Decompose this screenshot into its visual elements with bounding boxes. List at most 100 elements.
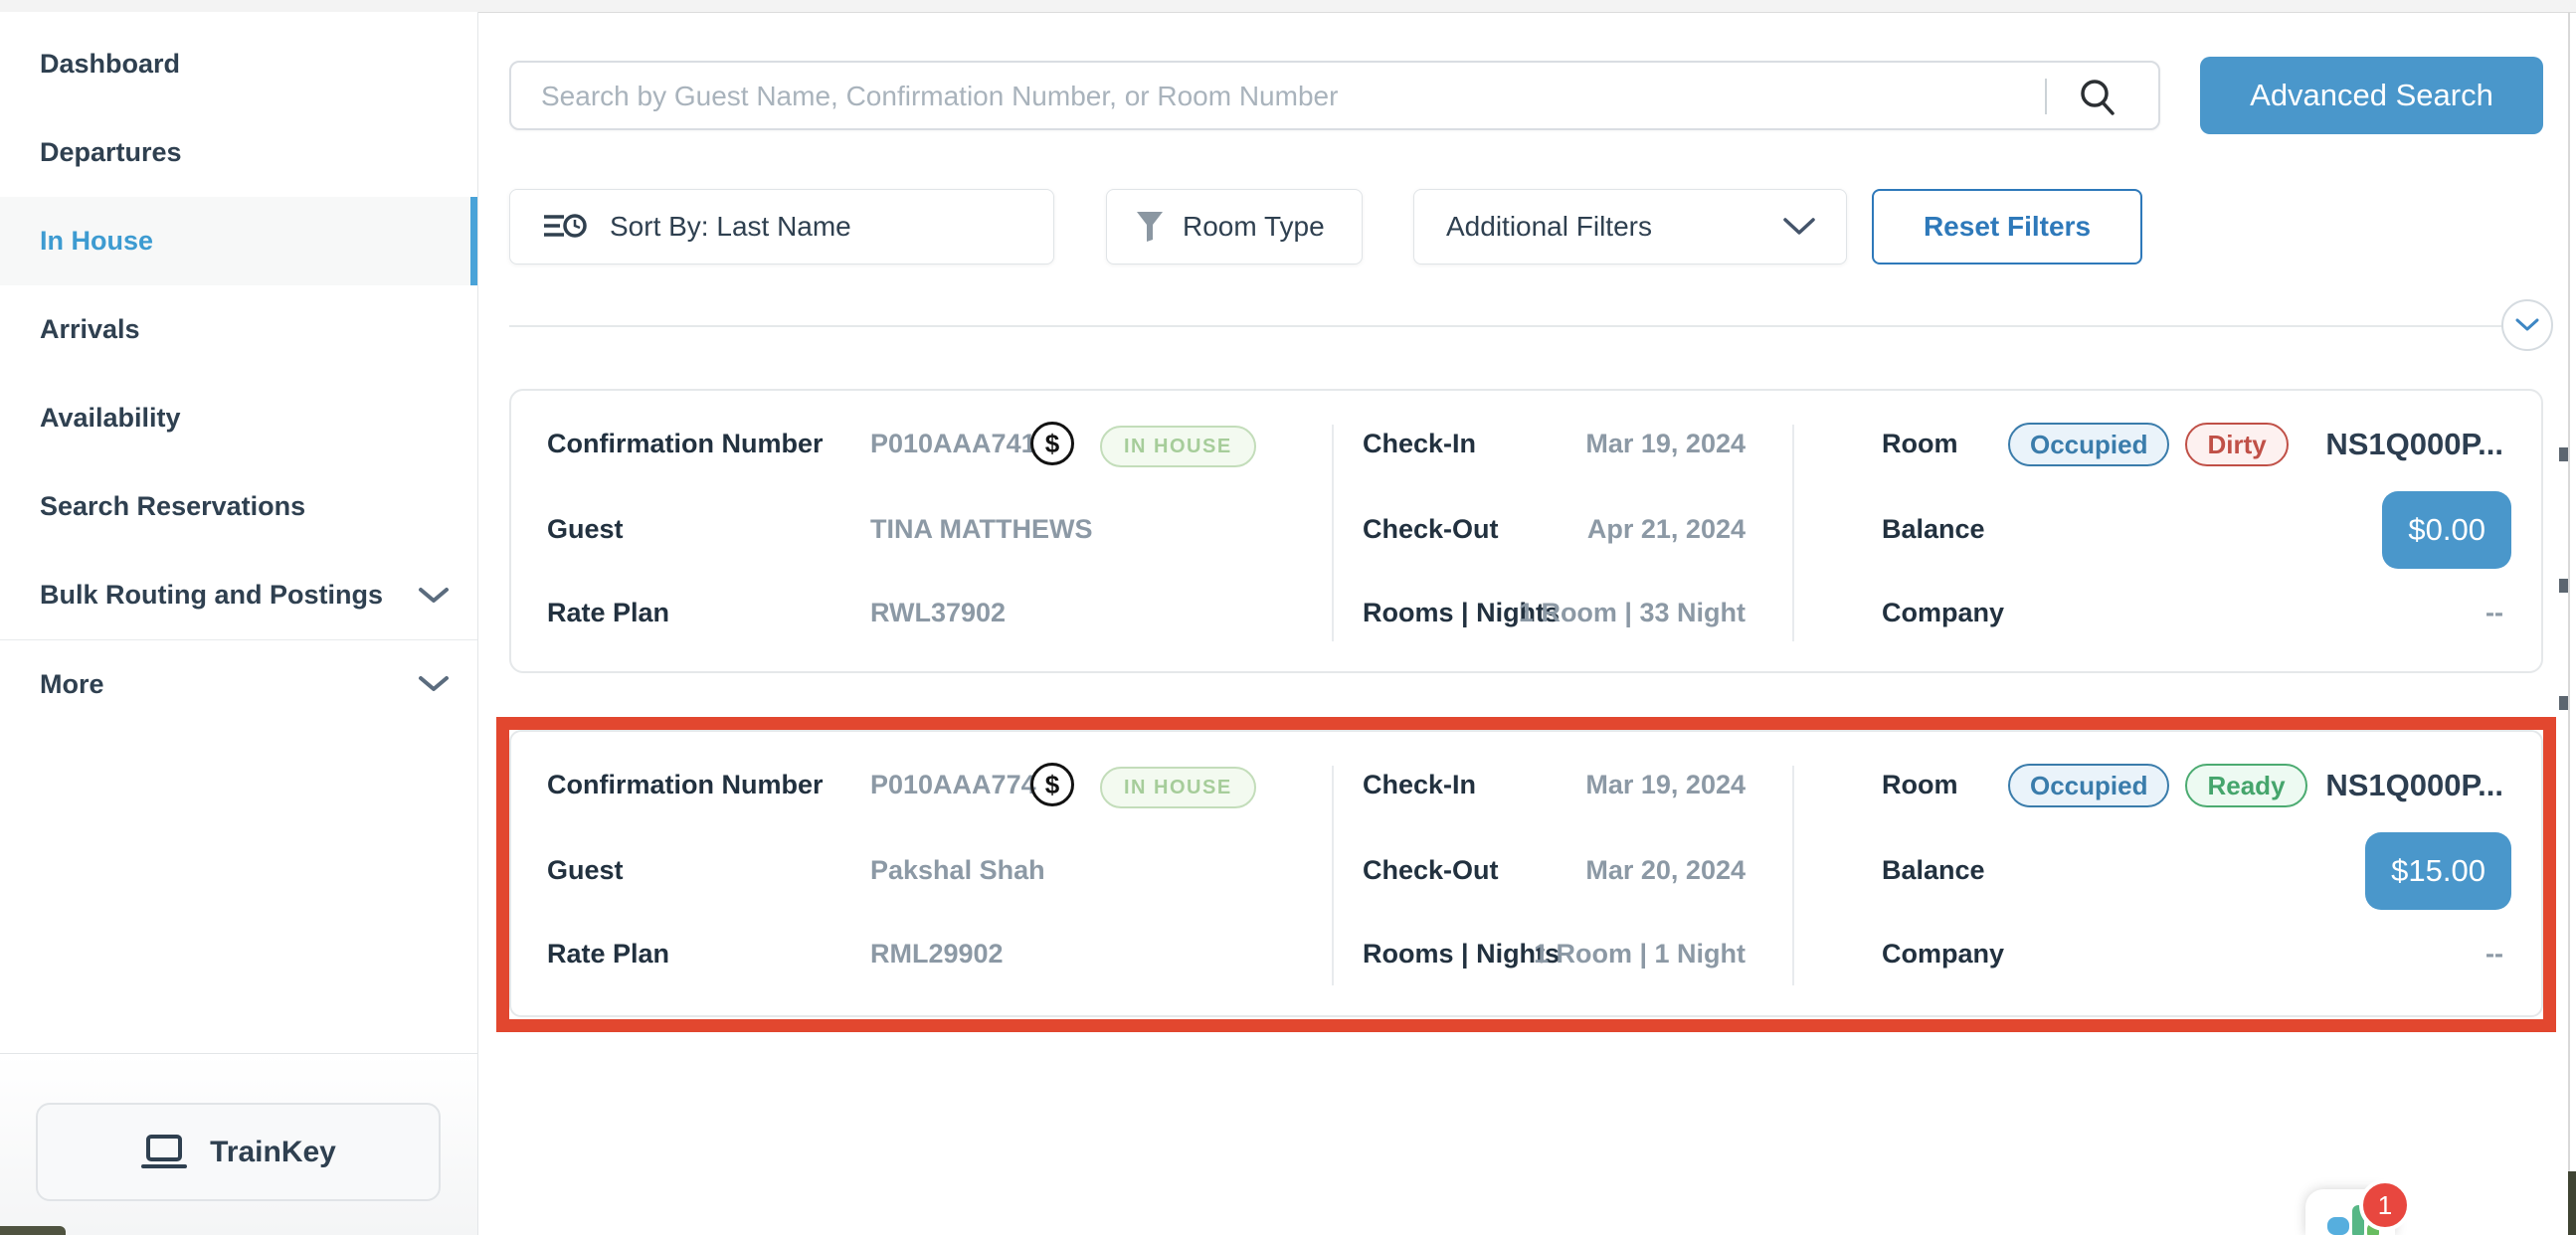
- sidebar-item-availability[interactable]: Availability: [0, 374, 477, 462]
- results-divider: [509, 325, 2512, 327]
- sort-by-label: Sort By: Last Name: [610, 211, 851, 243]
- checkin-label: Check-In: [1363, 770, 1476, 800]
- sidebar-item-label: More: [40, 669, 104, 700]
- checkin-date: Mar 19, 2024: [1585, 429, 1746, 459]
- search-divider: [2045, 79, 2047, 114]
- sidebar-item-label: Arrivals: [40, 314, 140, 345]
- housekeeping-status-pill: Ready: [2185, 764, 2306, 807]
- guest-name: TINA MATTHEWS: [870, 514, 1092, 545]
- notification-count: 1: [2378, 1190, 2392, 1221]
- dollar-circle-icon: $: [1030, 422, 1074, 465]
- funnel-icon: [1135, 210, 1165, 244]
- column-divider: [1792, 425, 1794, 641]
- sort-clock-icon: [542, 211, 588, 243]
- column-divider: [1332, 425, 1334, 641]
- additional-filters-dropdown[interactable]: Additional Filters: [1413, 189, 1847, 265]
- occupancy-status-pill: Occupied: [2008, 764, 2169, 807]
- column-divider: [1332, 766, 1334, 985]
- reservation-card[interactable]: Confirmation Number P010AAA741 $ IN HOUS…: [509, 389, 2543, 673]
- dollar-circle-icon: $: [1030, 763, 1074, 806]
- chevron-down-icon: [1782, 217, 1816, 237]
- sidebar-item-bulk-routing[interactable]: Bulk Routing and Postings: [0, 551, 477, 639]
- room-number: NS1Q000P...: [2325, 427, 2503, 462]
- checkout-date: Apr 21, 2024: [1587, 514, 1746, 545]
- room-number: NS1Q000P...: [2325, 768, 2503, 803]
- guest-name: Pakshal Shah: [870, 855, 1045, 886]
- sidebar-item-search-reservations[interactable]: Search Reservations: [0, 462, 477, 551]
- trainkey-button[interactable]: TrainKey: [36, 1103, 441, 1201]
- room-label: Room: [1882, 770, 1958, 800]
- sidebar-item-in-house[interactable]: In House: [0, 197, 477, 285]
- sidebar-item-label: In House: [40, 226, 153, 257]
- checkout-date: Mar 20, 2024: [1585, 855, 1746, 886]
- guest-label: Guest: [547, 514, 624, 545]
- status-badge: IN HOUSE: [1100, 426, 1256, 467]
- desktop-corner: [0, 1226, 66, 1235]
- rate-plan-label: Rate Plan: [547, 939, 669, 970]
- window-edge: [2568, 12, 2570, 1235]
- sidebar-item-label: Search Reservations: [40, 491, 305, 522]
- room-type-filter[interactable]: Room Type: [1106, 189, 1363, 265]
- rate-plan-value: RWL37902: [870, 598, 1006, 628]
- trainkey-label: TrainKey: [210, 1136, 336, 1169]
- balance-label: Balance: [1882, 855, 1985, 886]
- rate-plan-value: RML29902: [870, 939, 1004, 970]
- sidebar-item-dashboard[interactable]: Dashboard: [0, 20, 477, 108]
- desktop-corner: [2568, 1171, 2576, 1235]
- window-edge-artifact: [2559, 447, 2568, 461]
- sidebar-item-label: Dashboard: [40, 49, 180, 80]
- sort-by-dropdown[interactable]: Sort By: Last Name: [509, 189, 1054, 265]
- room-status-pills: Occupied Ready: [2008, 764, 2307, 807]
- sidebar-item-more[interactable]: More: [0, 639, 477, 728]
- sidebar-footer: TrainKey: [0, 1053, 477, 1235]
- sidebar-nav: Dashboard Departures In House Arrivals A…: [0, 20, 477, 728]
- checkout-label: Check-Out: [1363, 855, 1499, 886]
- room-type-label: Room Type: [1183, 211, 1325, 243]
- balance-chip[interactable]: $15.00: [2365, 832, 2511, 910]
- reservation-card[interactable]: Confirmation Number P010AAA774 $ IN HOUS…: [509, 730, 2543, 1017]
- in-house-page: Dashboard Departures In House Arrivals A…: [0, 0, 2576, 1235]
- balance-label: Balance: [1882, 514, 1985, 545]
- sidebar-item-label: Departures: [40, 137, 182, 168]
- additional-filters-label: Additional Filters: [1446, 211, 1652, 243]
- sidebar-item-label: Availability: [40, 403, 181, 434]
- search-icon[interactable]: [2077, 77, 2118, 123]
- search-bar: [509, 61, 2160, 130]
- chevron-down-icon: [418, 675, 450, 693]
- rooms-nights-label: Rooms | Nights: [1363, 939, 1560, 970]
- sidebar-item-departures[interactable]: Departures: [0, 108, 477, 197]
- company-label: Company: [1882, 598, 2004, 628]
- rate-plan-label: Rate Plan: [547, 598, 669, 628]
- housekeeping-status-pill: Dirty: [2185, 423, 2288, 466]
- checkout-label: Check-Out: [1363, 514, 1499, 545]
- chevron-down-icon: [418, 587, 450, 605]
- occupancy-status-pill: Occupied: [2008, 423, 2169, 466]
- company-label: Company: [1882, 939, 2004, 970]
- chevron-down-icon: [2515, 318, 2539, 332]
- status-badge: IN HOUSE: [1100, 767, 1256, 808]
- room-status-pills: Occupied Dirty: [2008, 423, 2289, 466]
- rooms-nights-value: 1 Room | 33 Night: [1519, 598, 1746, 628]
- company-value: --: [2485, 939, 2503, 970]
- laptop-icon: [140, 1134, 188, 1171]
- balance-chip[interactable]: $0.00: [2382, 491, 2511, 569]
- guest-label: Guest: [547, 855, 624, 886]
- advanced-search-button[interactable]: Advanced Search: [2200, 57, 2543, 134]
- column-divider: [1792, 766, 1794, 985]
- search-input[interactable]: [539, 63, 2015, 130]
- confirmation-number: P010AAA741: [870, 429, 1036, 459]
- sidebar-item-arrivals[interactable]: Arrivals: [0, 285, 477, 374]
- company-value: --: [2485, 598, 2503, 628]
- notification-badge: 1: [2359, 1179, 2411, 1231]
- checkin-date: Mar 19, 2024: [1585, 770, 1746, 800]
- collapse-panel-button[interactable]: [2501, 299, 2553, 351]
- sidebar-item-label: Bulk Routing and Postings: [40, 580, 383, 611]
- confirmation-label: Confirmation Number: [547, 429, 824, 459]
- reset-filters-button[interactable]: Reset Filters: [1872, 189, 2142, 265]
- checkin-label: Check-In: [1363, 429, 1476, 459]
- rooms-nights-value: 1 Room | 1 Night: [1534, 939, 1746, 970]
- room-label: Room: [1882, 429, 1958, 459]
- window-edge-artifact: [2559, 579, 2568, 593]
- confirmation-label: Confirmation Number: [547, 770, 824, 800]
- sidebar: Dashboard Departures In House Arrivals A…: [0, 12, 478, 1235]
